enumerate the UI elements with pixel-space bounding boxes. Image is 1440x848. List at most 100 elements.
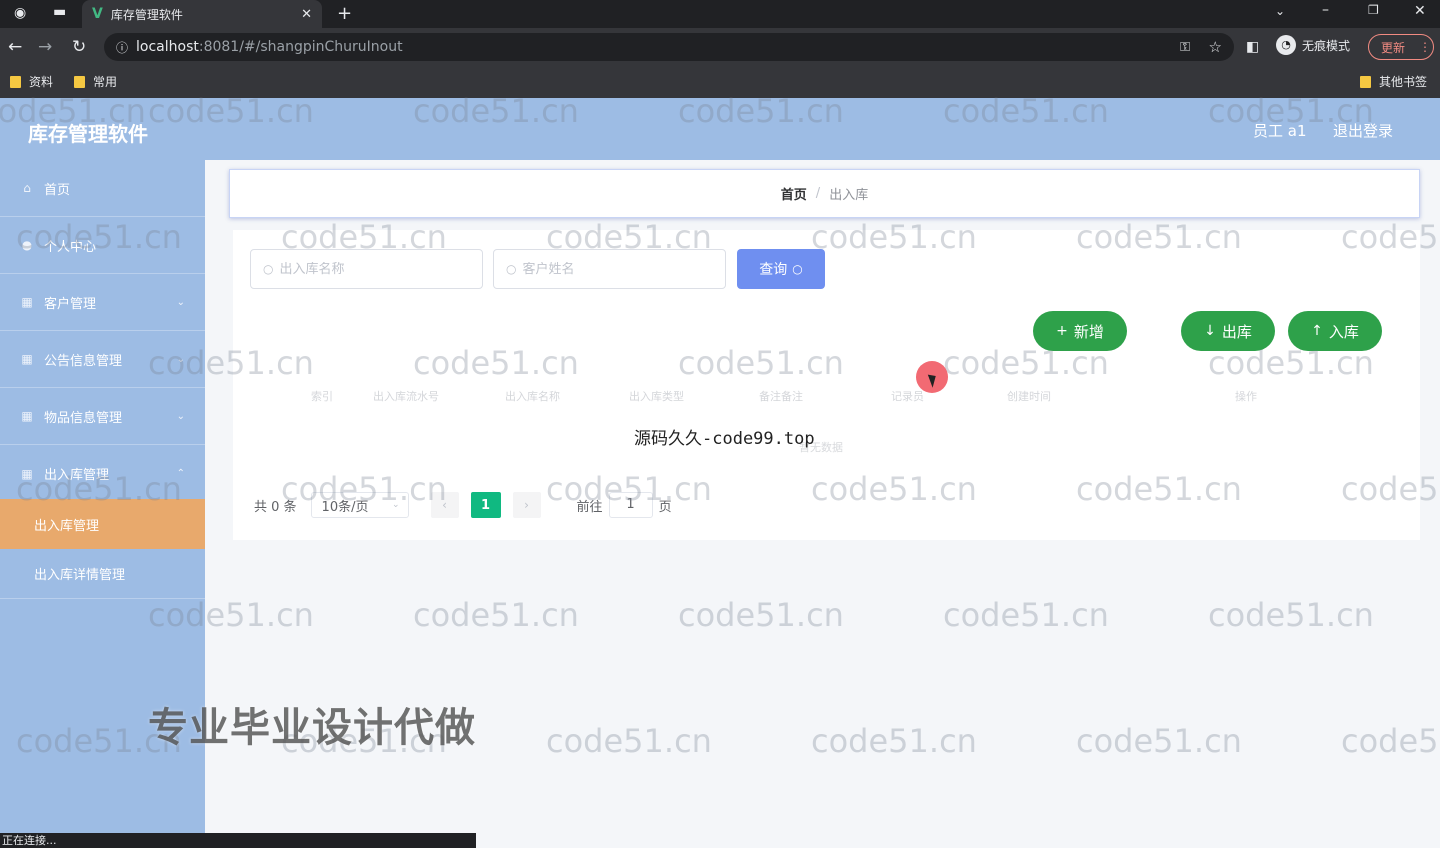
pager-total: 共 0 条 (254, 499, 297, 515)
table-header-cell: 出入库流水号 (373, 390, 439, 403)
chevron-down-icon: ⌄ (176, 353, 185, 365)
chevron-up-icon: ⌃ (176, 468, 185, 479)
sidebar-item-home[interactable]: ⌂ 首页 (0, 160, 205, 217)
forward-icon[interactable]: → (38, 37, 52, 57)
goto-page-input[interactable]: 1 (608, 492, 653, 518)
breadcrumb-current: 出入库 (829, 188, 869, 203)
pagination: 共 0 条 10条/页 ⌄ ‹ 1 › 前往 1 页 (254, 492, 672, 518)
folder-icon (1360, 75, 1371, 88)
page-number-active[interactable]: 1 (470, 492, 501, 518)
arrow-down-icon: ↓ (1204, 323, 1216, 339)
sidebar-item-customers[interactable]: ▦ 客户管理 ⌄ (0, 274, 205, 331)
table-header-cell: 备注备注 (759, 390, 803, 403)
watermark: code51.cn (546, 722, 712, 760)
grid-icon: ▦ (21, 295, 33, 309)
user-icon: ● (21, 238, 33, 252)
stock-in-label: 入库 (1328, 322, 1359, 341)
name-search-input[interactable] (279, 261, 460, 277)
browser-status-bar: 正在连接... (0, 833, 476, 848)
update-button[interactable]: 更新 ⋮ (1368, 34, 1434, 60)
next-page-button[interactable]: › (512, 492, 541, 518)
globe-icon[interactable]: ◉ (14, 5, 26, 21)
customer-search-field[interactable]: ○ (493, 249, 726, 289)
prev-page-button[interactable]: ‹ (430, 492, 459, 518)
watermark: code51.cn (1341, 722, 1440, 760)
sidebar-item-label: 物品信息管理 (44, 410, 123, 426)
name-search-field[interactable]: ○ (250, 249, 483, 289)
table-header-cell: 操作 (1235, 390, 1257, 403)
stock-out-button[interactable]: ↓ 出库 (1181, 311, 1275, 351)
sidebar-subitem-label: 出入库详情管理 (34, 568, 126, 583)
app-header: 库存管理软件 员工 a1 退出登录 (0, 98, 1440, 160)
side-panel-icon[interactable]: ◧ (1246, 39, 1259, 55)
restore-icon[interactable]: ❐ (1368, 3, 1379, 17)
sidebar-item-label: 个人中心 (44, 239, 97, 255)
incognito-icon: ◔ (1276, 35, 1296, 55)
chevron-down-icon: ⌄ (176, 296, 185, 308)
reload-icon[interactable]: ↻ (72, 37, 86, 57)
plus-icon: + (1056, 323, 1068, 339)
site-info-icon[interactable]: ⓘ (116, 39, 128, 56)
watermark: code51.cn (1076, 722, 1242, 760)
browser-tab[interactable]: V 库存管理软件 ✕ (82, 0, 322, 28)
stock-out-label: 出库 (1221, 322, 1252, 341)
sidebar-subitem-label: 出入库管理 (34, 518, 100, 534)
breadcrumb-home[interactable]: 首页 (781, 184, 807, 203)
key-icon[interactable]: ⚿ (1180, 40, 1190, 55)
tab-search-icon[interactable]: ⌄ (1275, 4, 1285, 18)
update-label: 更新 (1381, 40, 1406, 55)
other-bookmarks[interactable]: 其他书签 (1360, 73, 1427, 90)
watermark: code51.cn (811, 722, 977, 760)
url-host: localhost (136, 39, 199, 55)
folder-icon (10, 75, 21, 88)
sidebar-subitem-inout[interactable]: 出入库管理 (0, 499, 205, 549)
stock-in-button[interactable]: ↑ 入库 (1288, 311, 1382, 351)
promo-banner-text: 专业毕业设计代做 (148, 705, 476, 751)
table-header-cell: 索引 (311, 390, 333, 403)
sidebar-item-label: 公告信息管理 (44, 353, 123, 369)
sidebar-item-inout[interactable]: ▦ 出入库管理 ⌃ (0, 445, 205, 502)
sidebar-item-goods[interactable]: ▦ 物品信息管理 ⌄ (0, 388, 205, 445)
url-field[interactable]: ⓘ localhost :8081/#/shangpinChuruInout ⚿… (104, 33, 1234, 61)
bookmark-star-icon[interactable]: ☆ (1209, 38, 1222, 56)
table-header-cell: 出入库名称 (505, 390, 560, 403)
sidebar-item-profile[interactable]: ● 个人中心 (0, 217, 205, 274)
watermark: code51.cn (413, 596, 579, 634)
menu-dots-icon: ⋮ (1419, 40, 1432, 54)
add-button[interactable]: + 新增 (1033, 311, 1127, 351)
bookmark-label: 资料 (29, 75, 54, 89)
current-user: 员工 a1 (1253, 122, 1307, 140)
chevron-down-icon: ⌄ (392, 500, 400, 510)
page-size-value: 10条/页 (321, 499, 369, 515)
url-path: :8081/#/shangpinChuruInout (198, 39, 403, 55)
sidebar-item-label: 客户管理 (44, 296, 97, 312)
tab-title: 库存管理软件 (110, 7, 183, 22)
sidebar-subitem-inout-detail[interactable]: 出入库详情管理 (0, 549, 205, 599)
bookmark-folder[interactable]: 资料 (10, 73, 53, 90)
page-size-select[interactable]: 10条/页 ⌄ (310, 492, 409, 518)
watermark: code51.cn (943, 596, 1109, 634)
tab-close-icon[interactable]: ✕ (301, 7, 312, 22)
arrow-up-icon: ↑ (1311, 323, 1323, 339)
bookmark-folder[interactable]: 常用 (74, 73, 117, 90)
folder-icon (74, 75, 85, 88)
tab-overview-icon[interactable]: ▬ (53, 4, 66, 20)
other-bookmarks-label: 其他书签 (1379, 75, 1428, 89)
query-button[interactable]: 查询 ○ (737, 249, 825, 289)
back-icon[interactable]: ← (8, 37, 22, 57)
vue-logo-icon: V (92, 6, 103, 22)
sidebar-item-label: 首页 (44, 182, 71, 198)
minimize-icon[interactable]: – (1322, 2, 1329, 18)
logout-link[interactable]: 退出登录 (1333, 120, 1393, 141)
window-close-icon[interactable]: ✕ (1414, 3, 1426, 19)
sidebar-item-label: 出入库管理 (44, 468, 110, 483)
app-title: 库存管理软件 (28, 122, 148, 146)
search-icon: ○ (263, 262, 274, 276)
new-tab-icon[interactable]: + (337, 3, 352, 24)
search-icon: ○ (792, 262, 803, 276)
customer-search-input[interactable] (522, 261, 703, 277)
incognito-indicator[interactable]: ◔ 无痕模式 (1276, 35, 1350, 55)
sidebar-item-notices[interactable]: ▦ 公告信息管理 ⌄ (0, 331, 205, 388)
incognito-label: 无痕模式 (1302, 38, 1351, 53)
watermark: code51.cn (678, 596, 844, 634)
